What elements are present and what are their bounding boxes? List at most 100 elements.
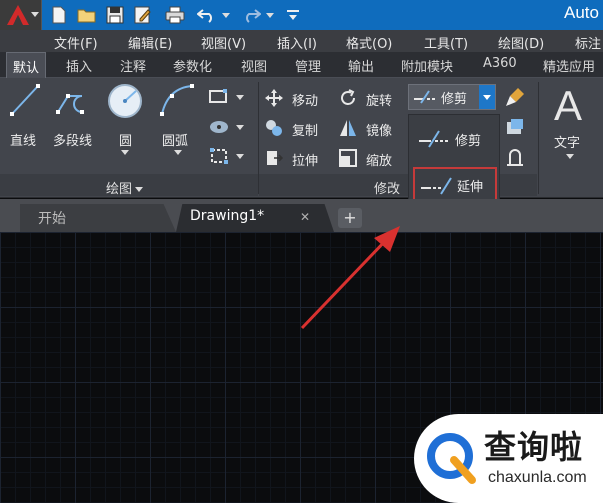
tab-addins[interactable]: 附加模块 — [401, 56, 453, 75]
hatch-tool-button[interactable] — [208, 118, 248, 138]
ribbon-tab-bar: 默认 插入 注释 参数化 视图 管理 输出 附加模块 A360 精选应用 — [0, 52, 603, 78]
hatch-dropdown-icon[interactable] — [236, 125, 244, 130]
tab-insert[interactable]: 插入 — [66, 56, 92, 75]
mirror-label: 镜像 — [366, 124, 393, 139]
scale-button[interactable]: 缩放 — [338, 148, 402, 170]
tab-featured-apps[interactable]: 精选应用 — [543, 56, 595, 75]
trim-dropdown-arrow[interactable] — [479, 85, 495, 109]
rectangle-dropdown-icon[interactable] — [236, 95, 244, 100]
text-label: 文字 — [554, 136, 581, 151]
explode-icon — [507, 119, 523, 134]
menu-tools[interactable]: 工具(T) — [424, 33, 468, 52]
scale-label: 缩放 — [366, 154, 393, 169]
open-folder-icon[interactable] — [76, 4, 98, 26]
trim-icon — [414, 90, 437, 104]
trim-icon — [419, 130, 449, 148]
extend-item-label: 延伸 — [457, 180, 484, 195]
chevron-down-icon — [31, 12, 39, 17]
rotate-button[interactable]: 旋转 — [338, 88, 402, 110]
add-tab-button[interactable]: + — [338, 208, 362, 228]
tab-annotate[interactable]: 注释 — [120, 56, 146, 75]
move-button[interactable]: 移动 — [264, 88, 332, 110]
draw-panel-title[interactable]: 绘图 — [106, 178, 144, 197]
arc-icon — [160, 84, 194, 116]
menu-format[interactable]: 格式(O) — [346, 33, 392, 52]
arc-tool-button[interactable] — [158, 82, 198, 122]
tab-manage[interactable]: 管理 — [295, 56, 321, 75]
region-tool-button[interactable] — [208, 146, 248, 168]
tab-output[interactable]: 输出 — [348, 56, 374, 75]
trim-split-button[interactable]: 修剪 — [408, 84, 496, 110]
region-icon — [210, 148, 228, 164]
redo-icon[interactable] — [240, 4, 262, 26]
save-as-icon[interactable] — [132, 4, 154, 26]
print-icon[interactable] — [164, 4, 186, 26]
scale-icon — [339, 149, 357, 167]
application-menu-button[interactable] — [0, 0, 42, 30]
trim-label: 修剪 — [441, 92, 468, 107]
copy-button[interactable]: 复制 — [264, 118, 332, 140]
tab-view[interactable]: 视图 — [241, 56, 267, 75]
hatch-icon — [210, 121, 228, 133]
polyline-label: 多段线 — [53, 134, 93, 149]
undo-dropdown-icon[interactable] — [220, 4, 232, 26]
autocad-logo-icon — [7, 5, 29, 25]
circle-tool-button[interactable] — [106, 82, 144, 122]
modify-panel-title[interactable]: 修改 — [374, 178, 400, 197]
offset-button[interactable] — [504, 146, 528, 170]
text-dropdown-icon — [566, 154, 574, 159]
circle-dropdown-icon[interactable] — [121, 150, 129, 155]
arc-dropdown-icon[interactable] — [174, 150, 182, 155]
rotate-label: 旋转 — [366, 94, 393, 109]
mirror-button[interactable]: 镜像 — [338, 118, 402, 140]
watermark: 查询啦 chaxunla.com — [414, 414, 603, 503]
drawing-tab-label: Drawing1* — [190, 208, 265, 224]
customize-icon[interactable] — [282, 4, 304, 26]
move-icon — [265, 89, 283, 107]
polyline-icon — [56, 94, 84, 114]
document-tab-bar: 开始 Drawing1* ✕ — [0, 199, 603, 232]
rotate-icon — [341, 89, 355, 105]
line-tool-button[interactable] — [8, 82, 42, 122]
undo-icon[interactable] — [196, 4, 218, 26]
window-title: Auto — [564, 3, 599, 22]
panel-separator — [538, 82, 539, 194]
ribbon-panel: 直线 多段线 圆 圆弧 绘图 移动 旋转 复制 镜像 拉伸 缩放 修改 A 文字 — [0, 78, 603, 198]
menu-item-extend[interactable]: 延伸 — [413, 167, 497, 203]
save-icon[interactable] — [104, 4, 126, 26]
close-icon[interactable]: ✕ — [300, 210, 310, 224]
explode-button[interactable] — [504, 116, 528, 140]
erase-button[interactable] — [504, 86, 528, 110]
extend-icon — [421, 177, 452, 195]
circle-label: 圆 — [119, 134, 133, 149]
polyline-tool-button[interactable] — [54, 82, 96, 122]
tab-default[interactable]: 默认 — [6, 52, 47, 78]
rectangle-tool-button[interactable] — [208, 88, 248, 108]
stretch-label: 拉伸 — [292, 154, 319, 169]
tab-drawing1[interactable]: Drawing1* — [176, 204, 334, 232]
menu-draw[interactable]: 绘图(D) — [498, 33, 544, 52]
watermark-chinese-text: 查询啦 — [484, 428, 584, 466]
draw-panel-expand-icon — [135, 187, 144, 192]
menu-insert[interactable]: 插入(I) — [277, 33, 317, 52]
line-icon — [10, 84, 40, 116]
rectangle-icon — [209, 89, 227, 103]
menu-item-trim[interactable]: 修剪 — [413, 121, 497, 157]
menu-file[interactable]: 文件(F) — [54, 33, 98, 52]
brush-icon — [506, 88, 524, 106]
redo-dropdown-icon[interactable] — [264, 4, 276, 26]
menu-edit[interactable]: 编辑(E) — [128, 33, 172, 52]
new-file-icon[interactable] — [48, 4, 70, 26]
trim-dropdown-menu: 修剪 延伸 — [408, 114, 500, 210]
tab-start[interactable]: 开始 — [20, 204, 176, 232]
stretch-button[interactable]: 拉伸 — [264, 148, 332, 170]
menu-dimension[interactable]: 标注 — [575, 33, 601, 52]
copy-icon — [266, 120, 282, 136]
title-bar: Auto — [0, 0, 603, 30]
tab-parametric[interactable]: 参数化 — [173, 56, 212, 75]
region-dropdown-icon[interactable] — [236, 154, 244, 159]
copy-label: 复制 — [292, 124, 319, 139]
tab-a360[interactable]: A360 — [483, 56, 517, 71]
menu-view[interactable]: 视图(V) — [201, 33, 246, 52]
text-tool-button[interactable]: A 文字 — [548, 82, 594, 168]
